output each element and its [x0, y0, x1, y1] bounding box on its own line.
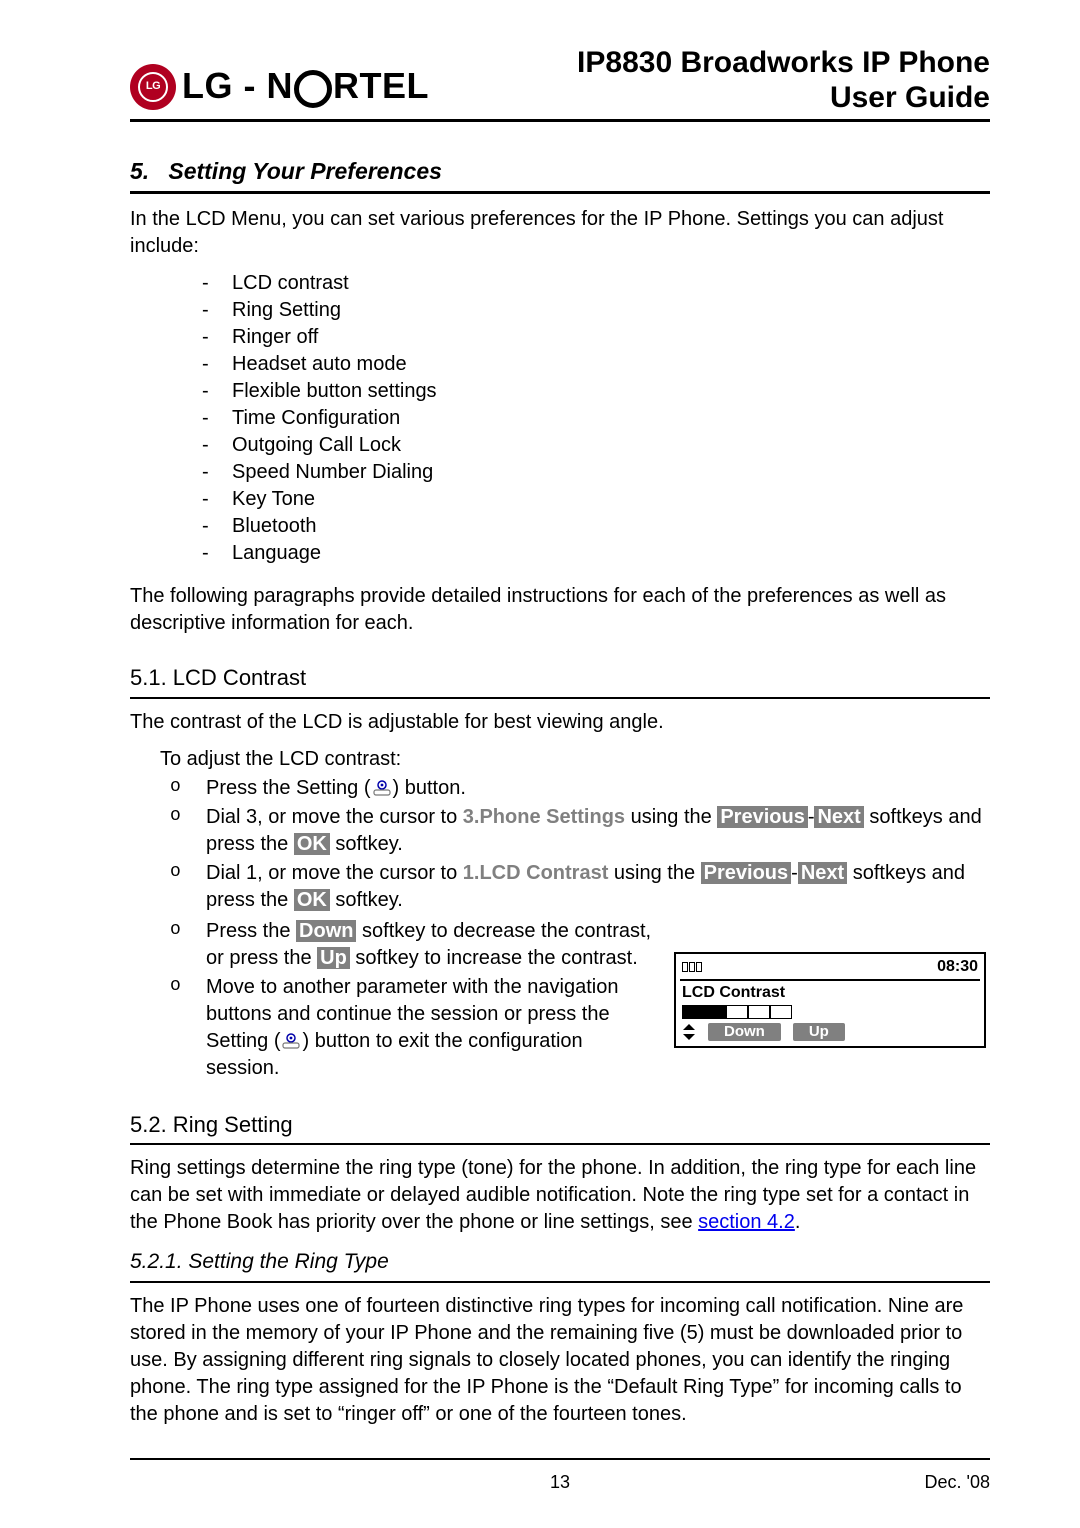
- text: softkey.: [330, 889, 403, 911]
- text: softkey.: [330, 833, 403, 855]
- brand-logo: LG LG - N RTEL: [130, 62, 429, 115]
- text: Dial 3, or move the cursor to: [206, 806, 463, 828]
- menu-path: 1.LCD Contrast: [463, 862, 609, 884]
- softkey-next: Next: [814, 806, 863, 828]
- softkey-previous: Previous: [717, 806, 807, 828]
- page-footer: 13 Dec. '08: [130, 1458, 990, 1494]
- step-item: Dial 1, or move the cursor to 1.LCD Cont…: [160, 860, 990, 914]
- document-title: IP8830 Broadworks IP Phone User Guide: [577, 46, 990, 115]
- list-item: Bluetooth: [202, 513, 990, 540]
- text: Dial 1, or move the cursor to: [206, 862, 463, 884]
- list-item: Speed Number Dialing: [202, 459, 990, 486]
- brand-text: LG - N RTEL: [182, 62, 429, 111]
- section-5-closing: The following paragraphs provide detaile…: [130, 583, 990, 637]
- lcd-screen-title: LCD Contrast: [680, 981, 980, 1004]
- list-item: Flexible button settings: [202, 378, 990, 405]
- page-number: 13: [550, 1470, 570, 1494]
- list-item: Time Configuration: [202, 405, 990, 432]
- list-item: Outgoing Call Lock: [202, 432, 990, 459]
- softkey-previous: Previous: [701, 862, 791, 884]
- brand-prefix: LG - N: [182, 62, 293, 111]
- nav-updown-icon: [682, 1024, 696, 1040]
- step-item: Move to another parameter with the navig…: [160, 974, 656, 1082]
- lcd-down-button: Down: [708, 1023, 781, 1041]
- softkey-ok: OK: [294, 889, 330, 911]
- section-5-intro: In the LCD Menu, you can set various pre…: [130, 206, 990, 260]
- text: Ring settings determine the ring type (t…: [130, 1157, 976, 1233]
- contrast-bar: [682, 1005, 978, 1019]
- softkey-ok: OK: [294, 833, 330, 855]
- text: -: [791, 862, 798, 884]
- list-item: Language: [202, 540, 990, 567]
- brand-o-icon: [294, 70, 332, 108]
- softkey-down: Down: [296, 920, 356, 942]
- step-item: Press the Down softkey to decrease the c…: [160, 918, 656, 972]
- lg-logo-icon: LG: [130, 64, 176, 110]
- step-item: Dial 3, or move the cursor to 3.Phone Se…: [160, 804, 990, 858]
- list-item: Key Tone: [202, 486, 990, 513]
- list-item: LCD contrast: [202, 270, 990, 297]
- text: Press the: [206, 920, 296, 942]
- softkey-next: Next: [798, 862, 847, 884]
- preferences-list: LCD contrast Ring Setting Ringer off Hea…: [202, 270, 990, 567]
- text: .: [795, 1211, 801, 1233]
- footer-date: Dec. '08: [925, 1470, 990, 1494]
- s52-para1: Ring settings determine the ring type (t…: [130, 1155, 990, 1236]
- section-5-1-heading: 5.1. LCD Contrast: [130, 659, 990, 699]
- menu-path: 3.Phone Settings: [463, 806, 625, 828]
- lcd-up-button: Up: [793, 1023, 845, 1041]
- section-number: 5.: [130, 158, 149, 184]
- settings-icon: [371, 780, 393, 796]
- network-icon: [682, 956, 702, 978]
- step-item: Press the Setting ( ) button.: [160, 775, 990, 802]
- lcd-time: 08:30: [937, 956, 978, 978]
- section-title: Setting Your Preferences: [168, 158, 442, 184]
- settings-icon: [280, 1033, 302, 1049]
- title-line-2: User Guide: [577, 81, 990, 116]
- s52-para2: The IP Phone uses one of fourteen distin…: [130, 1293, 990, 1428]
- softkey-up: Up: [317, 947, 350, 969]
- text: using the: [625, 806, 717, 828]
- s51-intro: The contrast of the LCD is adjustable fo…: [130, 709, 990, 736]
- list-item: Ring Setting: [202, 297, 990, 324]
- section-5-2-1-heading: 5.2.1. Setting the Ring Type: [130, 1246, 990, 1282]
- text: Press the Setting (: [206, 777, 371, 799]
- text: ) button.: [393, 777, 466, 799]
- s51-steps-cont: Press the Down softkey to decrease the c…: [160, 918, 656, 1082]
- brand-suffix: RTEL: [333, 62, 429, 111]
- section-4-2-link[interactable]: section 4.2: [698, 1211, 795, 1233]
- section-5-2-heading: 5.2. Ring Setting: [130, 1106, 990, 1146]
- s51-steps: Press the Setting ( ) button. Dial 3, or …: [160, 775, 990, 914]
- section-5-heading: 5. Setting Your Preferences: [130, 150, 990, 194]
- s51-lead: To adjust the LCD contrast:: [160, 746, 990, 773]
- list-item: Headset auto mode: [202, 351, 990, 378]
- text: using the: [608, 862, 700, 884]
- list-item: Ringer off: [202, 324, 990, 351]
- lcd-contrast-screenshot: 08:30 LCD Contrast Down Up: [674, 952, 986, 1048]
- title-line-1: IP8830 Broadworks IP Phone: [577, 46, 990, 81]
- text: softkey to increase the contrast.: [350, 947, 638, 969]
- page-header: LG LG - N RTEL IP8830 Broadworks IP Phon…: [130, 46, 990, 122]
